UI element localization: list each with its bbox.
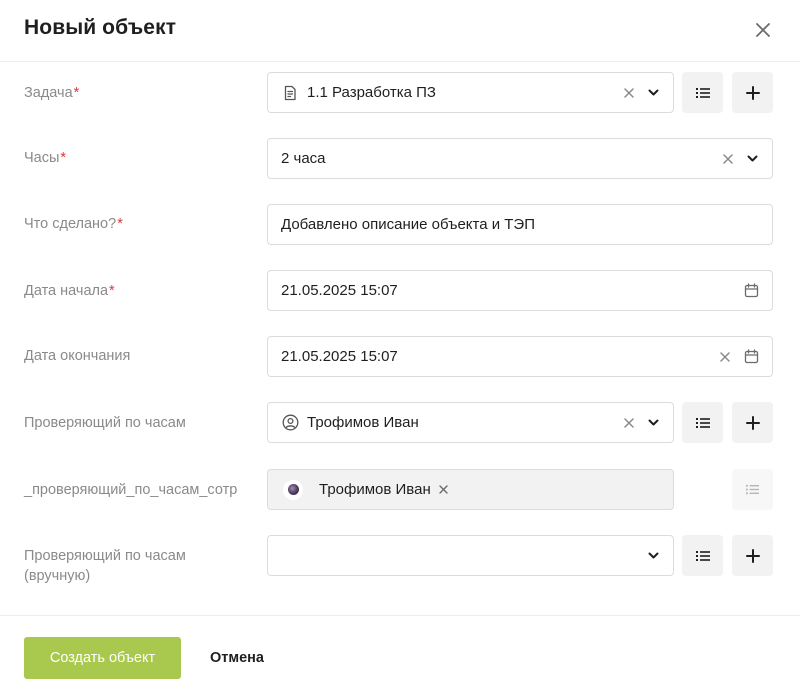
hours-label: Часы*	[24, 150, 67, 166]
clear-icon[interactable]	[717, 148, 739, 170]
reviewer-label: Проверяющий по часам	[24, 415, 186, 431]
avatar	[283, 479, 303, 500]
end-date-value: 21.05.2025 15:07	[281, 348, 398, 365]
task-select[interactable]: 1.1 Разработка ПЗ	[267, 72, 674, 113]
end-date-label: Дата окончания	[24, 348, 131, 364]
plus-icon	[745, 415, 760, 430]
chevron-down-icon[interactable]	[741, 148, 763, 170]
list-icon	[695, 417, 710, 428]
plus-icon	[745, 548, 760, 563]
reviewer-emp-chip: Трофимов Иван	[319, 481, 431, 498]
chevron-down-icon[interactable]	[642, 412, 664, 434]
chevron-down-icon[interactable]	[642, 545, 664, 567]
chip-remove-icon[interactable]	[439, 485, 448, 494]
dialog-title: Новый объект	[24, 16, 177, 39]
dialog-header: Новый объект	[0, 0, 800, 62]
hours-select[interactable]: 2 часа	[267, 138, 773, 179]
dialog-footer: Создать объект Отмена	[0, 615, 800, 694]
task-label: Задача*	[24, 85, 80, 101]
reviewer-manual-list-button[interactable]	[682, 535, 723, 576]
reviewer-manual-select[interactable]	[267, 535, 674, 576]
required-mark: *	[117, 216, 123, 232]
create-object-button[interactable]: Создать объект	[24, 637, 181, 679]
task-add-button[interactable]	[732, 72, 773, 113]
clear-icon[interactable]	[618, 412, 640, 434]
chevron-down-icon[interactable]	[642, 82, 664, 104]
reviewer-emp-list-button[interactable]	[732, 469, 773, 510]
reviewer-list-button[interactable]	[682, 402, 723, 443]
document-icon	[281, 84, 299, 102]
done-value: Добавлено описание объекта и ТЭП	[281, 216, 535, 233]
start-date-input[interactable]: 21.05.2025 15:07	[267, 270, 773, 311]
cancel-button[interactable]: Отмена	[196, 637, 278, 679]
calendar-icon[interactable]	[740, 346, 762, 368]
calendar-icon[interactable]	[740, 280, 762, 302]
start-date-label: Дата начала*	[24, 283, 115, 299]
reviewer-manual-add-button[interactable]	[732, 535, 773, 576]
done-label: Что сделано?*	[24, 216, 123, 232]
close-button[interactable]	[750, 17, 776, 43]
done-input[interactable]: Добавлено описание объекта и ТЭП	[267, 204, 773, 245]
close-icon	[756, 23, 770, 37]
reviewer-add-button[interactable]	[732, 402, 773, 443]
plus-icon	[745, 85, 760, 100]
clear-icon[interactable]	[618, 82, 640, 104]
end-date-input[interactable]: 21.05.2025 15:07	[267, 336, 773, 377]
required-mark: *	[60, 150, 67, 166]
required-mark: *	[73, 85, 80, 101]
list-icon	[746, 484, 759, 495]
reviewer-select[interactable]: Трофимов Иван	[267, 402, 674, 443]
start-date-value: 21.05.2025 15:07	[281, 282, 398, 299]
task-list-button[interactable]	[682, 72, 723, 113]
reviewer-emp-label: _проверяющий_по_часам_сотр	[24, 482, 238, 498]
hours-value: 2 часа	[281, 150, 326, 167]
reviewer-value: Трофимов Иван	[307, 414, 419, 431]
reviewer-emp-field: Трофимов Иван	[267, 469, 674, 510]
list-icon	[695, 87, 710, 98]
reviewer-manual-label: Проверяющий по часам (вручную)	[24, 548, 186, 584]
clear-icon[interactable]	[714, 346, 736, 368]
user-circle-icon	[281, 414, 299, 432]
task-value: 1.1 Разработка ПЗ	[307, 84, 436, 101]
required-mark: *	[109, 283, 115, 299]
list-icon	[695, 550, 710, 561]
